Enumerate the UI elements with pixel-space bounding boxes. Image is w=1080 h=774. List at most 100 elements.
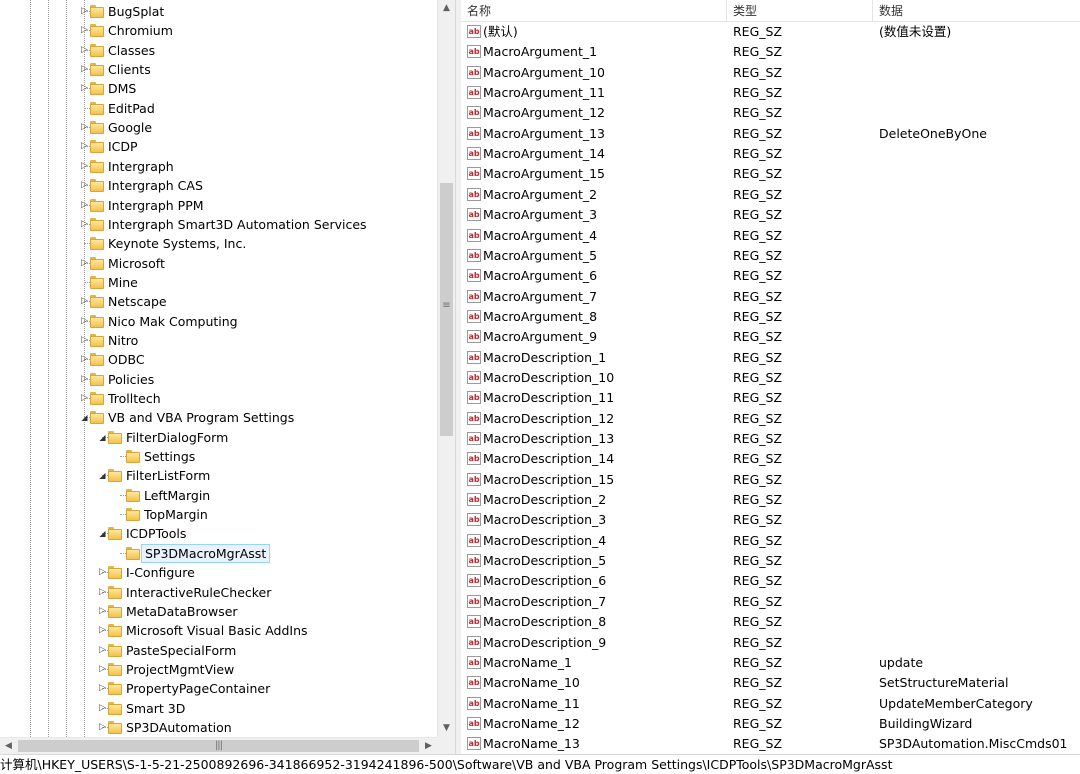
expand-arrow-icon[interactable] (80, 26, 89, 35)
expand-arrow-icon[interactable] (80, 142, 89, 151)
expand-arrow-icon[interactable] (80, 46, 89, 55)
tree-item[interactable]: Intergraph PPM (0, 196, 437, 215)
column-header-type[interactable]: 类型 (727, 0, 873, 22)
tree-item[interactable]: ODBC (0, 350, 437, 369)
tree-item[interactable]: I-Configure (0, 563, 437, 582)
tree-item[interactable]: Classes (0, 41, 437, 60)
collapse-arrow-icon[interactable] (98, 471, 107, 480)
value-row[interactable]: ab MacroDescription_1 REG_SZ (461, 348, 1080, 368)
tree-item[interactable]: TopMargin (0, 505, 437, 524)
value-row[interactable]: ab MacroArgument_4 REG_SZ (461, 226, 1080, 246)
value-row[interactable]: ab MacroName_11 REG_SZ UpdateMemberCategory (461, 694, 1080, 714)
tree-item[interactable]: FilterListForm (0, 466, 437, 485)
tree-horizontal-scrollbar[interactable]: ◀ ||| ▶ (0, 737, 437, 754)
tree-item[interactable]: Policies (0, 370, 437, 389)
tree-vertical-scrollbar[interactable]: ▲ ≡ ▼ (437, 0, 455, 737)
value-row[interactable]: ab MacroArgument_14 REG_SZ (461, 144, 1080, 164)
value-row[interactable]: ab MacroName_1 REG_SZ update (461, 653, 1080, 673)
value-row[interactable]: ab MacroDescription_9 REG_SZ (461, 633, 1080, 653)
expand-arrow-icon[interactable] (98, 684, 107, 693)
expand-arrow-icon[interactable] (80, 259, 89, 268)
expand-arrow-icon[interactable] (80, 201, 89, 210)
tree-item[interactable]: Intergraph Smart3D Automation Services (0, 215, 437, 234)
tree-item[interactable]: Intergraph (0, 157, 437, 176)
column-header-data[interactable]: 数据 (873, 0, 1080, 22)
tree-item[interactable]: InteractiveRuleChecker (0, 583, 437, 602)
expand-arrow-icon[interactable] (98, 665, 107, 674)
tree-item[interactable]: Netscape (0, 292, 437, 311)
expand-arrow-icon[interactable] (80, 220, 89, 229)
expand-arrow-icon[interactable] (80, 375, 89, 384)
value-row[interactable]: ab MacroDescription_15 REG_SZ (461, 470, 1080, 490)
tree-item[interactable]: Microsoft Visual Basic AddIns (0, 621, 437, 640)
scroll-up-button[interactable]: ▲ (438, 0, 455, 17)
tree-item[interactable]: ICDPTools (0, 524, 437, 543)
tree-item[interactable]: Google (0, 118, 437, 137)
tree-item[interactable]: LeftMargin (0, 486, 437, 505)
tree-item[interactable]: PasteSpecialForm (0, 641, 437, 660)
column-header-name[interactable]: 名称 (461, 0, 727, 22)
tree-item[interactable]: BugSplat (0, 2, 437, 21)
tree-item[interactable]: SP3DAutomation (0, 718, 437, 737)
tree-item[interactable]: Clients (0, 60, 437, 79)
tree-item[interactable]: Nico Mak Computing (0, 312, 437, 331)
expand-arrow-icon[interactable] (80, 123, 89, 132)
value-row[interactable]: ab MacroName_13 REG_SZ SP3DAutomation.MiscC… (461, 734, 1080, 754)
expand-arrow-icon[interactable] (80, 355, 89, 364)
tree-item[interactable]: Mine (0, 273, 437, 292)
expand-arrow-icon[interactable] (80, 336, 89, 345)
value-row[interactable]: ab (默认) REG_SZ (数值未设置) (461, 22, 1080, 42)
expand-arrow-icon[interactable] (98, 588, 107, 597)
tree-item[interactable]: VB and VBA Program Settings (0, 408, 437, 427)
tree-item[interactable]: MetaDataBrowser (0, 602, 437, 621)
expand-arrow-icon[interactable] (80, 65, 89, 74)
tree-item[interactable]: Trolltech (0, 389, 437, 408)
registry-key-tree[interactable]: BugSplat Chromium Classes Clients DMS EditPad… (0, 0, 455, 754)
value-row[interactable]: ab MacroArgument_13 REG_SZ DeleteOneByOne (461, 124, 1080, 144)
tree-item[interactable]: Settings (0, 447, 437, 466)
value-row[interactable]: ab MacroDescription_11 REG_SZ (461, 388, 1080, 408)
scroll-right-button[interactable]: ▶ (420, 738, 437, 754)
value-row[interactable]: ab MacroArgument_3 REG_SZ (461, 205, 1080, 225)
tree-item[interactable]: Chromium (0, 21, 437, 40)
value-row[interactable]: ab MacroArgument_10 REG_SZ (461, 63, 1080, 83)
vertical-scroll-thumb[interactable]: ≡ (440, 183, 453, 436)
value-row[interactable]: ab MacroDescription_4 REG_SZ (461, 531, 1080, 551)
value-row[interactable]: ab MacroDescription_2 REG_SZ (461, 490, 1080, 510)
expand-arrow-icon[interactable] (80, 317, 89, 326)
tree-item[interactable]: SP3DMacroMgrAsst (0, 543, 437, 563)
scroll-down-button[interactable]: ▼ (438, 720, 455, 737)
value-row[interactable]: ab MacroArgument_1 REG_SZ (461, 42, 1080, 62)
tree-item[interactable]: Microsoft (0, 254, 437, 273)
value-row[interactable]: ab MacroDescription_14 REG_SZ (461, 449, 1080, 469)
expand-arrow-icon[interactable] (80, 162, 89, 171)
value-row[interactable]: ab MacroArgument_6 REG_SZ (461, 266, 1080, 286)
tree-item[interactable]: PropertyPageContainer (0, 679, 437, 698)
value-row[interactable]: ab MacroDescription_13 REG_SZ (461, 429, 1080, 449)
expand-arrow-icon[interactable] (98, 723, 107, 732)
value-row[interactable]: ab MacroDescription_10 REG_SZ (461, 368, 1080, 388)
value-row[interactable]: ab MacroArgument_9 REG_SZ (461, 327, 1080, 347)
value-row[interactable]: ab MacroArgument_2 REG_SZ (461, 185, 1080, 205)
collapse-arrow-icon[interactable] (98, 433, 107, 442)
value-row[interactable]: ab MacroDescription_7 REG_SZ (461, 592, 1080, 612)
tree-item[interactable]: Keynote Systems, Inc. (0, 234, 437, 253)
value-row[interactable]: ab MacroArgument_11 REG_SZ (461, 83, 1080, 103)
value-row[interactable]: ab MacroDescription_8 REG_SZ (461, 612, 1080, 632)
tree-item[interactable]: ICDP (0, 137, 437, 156)
value-row[interactable]: ab MacroArgument_8 REG_SZ (461, 307, 1080, 327)
expand-arrow-icon[interactable] (98, 646, 107, 655)
value-row[interactable]: ab MacroArgument_12 REG_SZ (461, 103, 1080, 123)
tree-item[interactable]: FilterDialogForm (0, 428, 437, 447)
value-row[interactable]: ab MacroName_12 REG_SZ BuildingWizard (461, 714, 1080, 734)
horizontal-scroll-thumb[interactable]: ||| (18, 740, 419, 752)
expand-arrow-icon[interactable] (80, 297, 89, 306)
tree-item[interactable]: ProjectMgmtView (0, 660, 437, 679)
value-row[interactable]: ab MacroArgument_15 REG_SZ (461, 164, 1080, 184)
registry-values-list[interactable]: 名称 类型 数据 ab (默认) REG_SZ (数值未设置) ab MacroArgum… (461, 0, 1080, 754)
expand-arrow-icon[interactable] (80, 181, 89, 190)
expand-arrow-icon[interactable] (98, 607, 107, 616)
collapse-arrow-icon[interactable] (80, 413, 89, 422)
expand-arrow-icon[interactable] (98, 568, 107, 577)
value-row[interactable]: ab MacroDescription_12 REG_SZ (461, 409, 1080, 429)
